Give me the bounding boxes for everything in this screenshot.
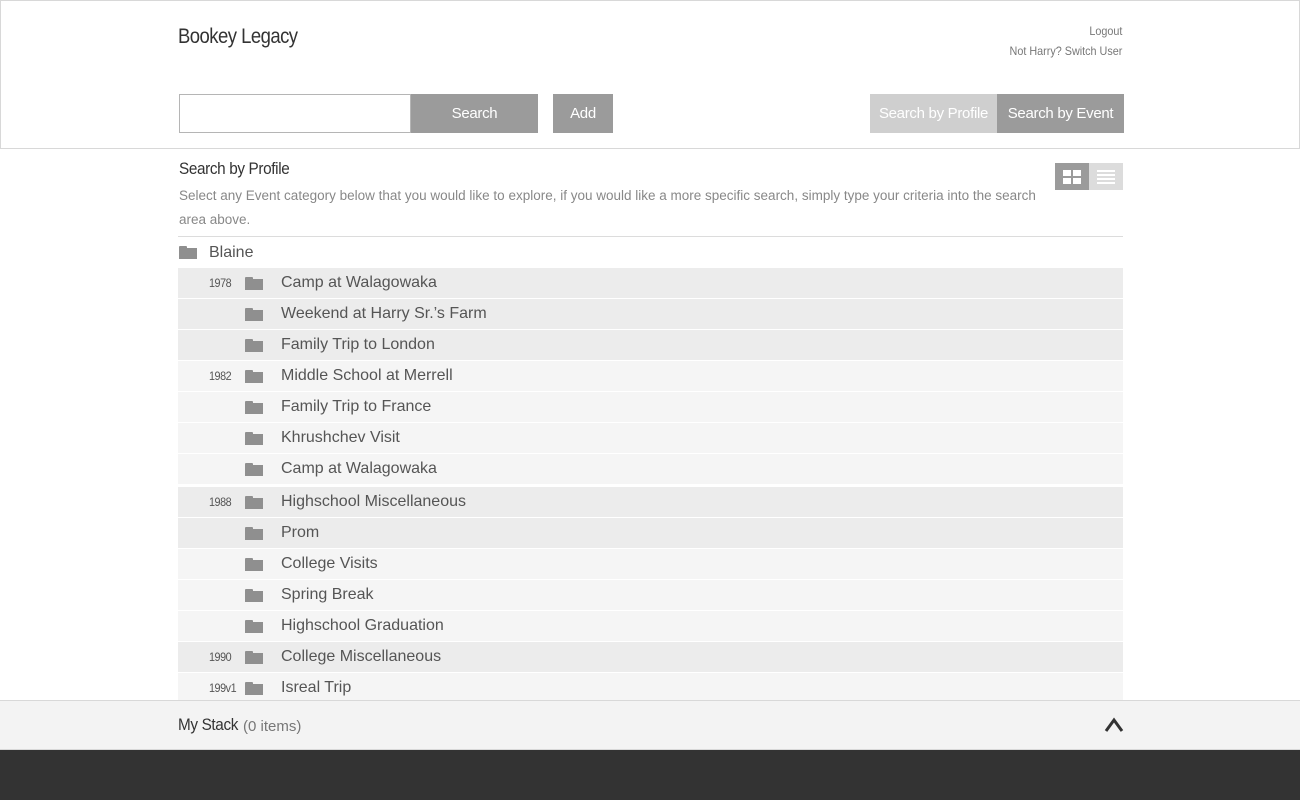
page-footer [0,750,1300,800]
event-year: 1990 [209,650,232,664]
search-input[interactable] [179,94,411,133]
event-label: College Visits [281,555,378,572]
event-label: Weekend at Harry Sr.’s Farm [281,305,487,322]
stack-count: (0 items) [243,718,302,735]
view-toggle [1055,163,1123,190]
my-stack-bar: My Stack (0 items) [0,700,1300,750]
event-label: Highschool Miscellaneous [281,493,466,510]
folder-icon [245,682,263,695]
event-label: Spring Break [281,586,374,603]
folder-icon [245,432,263,445]
add-button[interactable]: Add [553,94,613,133]
list-view-icon [1097,169,1115,184]
search-button[interactable]: Search [411,94,538,133]
event-label: Isreal Trip [281,679,352,696]
page-description: Select any Event category below that you… [179,188,1036,227]
event-row[interactable]: Spring Break [178,580,1123,611]
folder-icon [245,370,263,383]
page-title: Search by Profile [179,159,290,178]
event-label: College Miscellaneous [281,648,442,665]
event-row[interactable]: 1988 Highschool Miscellaneous [178,487,1123,518]
search-bar: Search Add Search by Profile Search by E… [0,79,1300,149]
event-row[interactable]: Weekend at Harry Sr.’s Farm [178,299,1123,330]
event-row[interactable]: Family Trip to France [178,392,1123,423]
folder-icon [245,527,263,540]
event-list: 1978 Camp at Walagowaka Weekend at Harry… [178,268,1123,704]
event-label: Khrushchev Visit [281,429,400,446]
folder-icon [245,339,263,352]
stack-title: My Stack [178,715,239,734]
event-year: 1978 [209,276,232,290]
folder-icon [245,308,263,321]
folder-icon [245,589,263,602]
event-label: Camp at Walagowaka [281,460,437,477]
event-row[interactable]: Khrushchev Visit [178,423,1123,454]
event-label: Camp at Walagowaka [281,274,437,291]
event-label: Family Trip to France [281,398,432,415]
search-by-event-button[interactable]: Search by Event [997,94,1124,133]
folder-icon [245,620,263,633]
event-label: Middle School at Merrell [281,367,453,384]
search-by-profile-button[interactable]: Search by Profile [870,94,997,133]
event-row[interactable]: Prom [178,518,1123,549]
chevron-up-icon [1104,717,1124,732]
folder-icon [245,463,263,476]
folder-icon [245,401,263,414]
profile-label: Blaine [209,244,254,261]
folder-icon [245,651,263,664]
list-view-button[interactable] [1089,163,1123,190]
event-year: 199v1 [209,681,237,695]
event-row[interactable]: 1978 Camp at Walagowaka [178,268,1123,299]
event-row[interactable]: Highschool Graduation [178,611,1123,642]
event-row[interactable]: 1990 College Miscellaneous [178,642,1123,673]
logout-link[interactable]: Logout [1009,21,1122,41]
folder-icon [245,558,263,571]
event-year: 1988 [209,495,232,509]
profile-folder-blaine[interactable]: Blaine [178,237,1123,268]
folder-icon [245,277,263,290]
folder-icon [179,246,197,259]
event-row[interactable]: Family Trip to London [178,330,1123,361]
grid-view-button[interactable] [1055,163,1089,190]
switch-user-link[interactable]: Not Harry? Switch User [1009,41,1122,61]
user-links: Logout Not Harry? Switch User [997,21,1122,61]
event-label: Highschool Graduation [281,617,444,634]
app-header: Bookey Legacy Logout Not Harry? Switch U… [0,0,1300,80]
event-row[interactable]: College Visits [178,549,1123,580]
event-label: Prom [281,524,320,541]
event-row[interactable]: 1982 Middle School at Merrell [178,361,1123,392]
event-row[interactable]: Camp at Walagowaka [178,454,1123,485]
folder-icon [245,496,263,509]
brand-logo[interactable]: Bookey Legacy [178,25,298,49]
event-year: 1982 [209,369,232,383]
grid-view-icon [1063,169,1081,184]
stack-toggle-button[interactable] [1103,715,1125,735]
event-label: Family Trip to London [281,336,435,353]
